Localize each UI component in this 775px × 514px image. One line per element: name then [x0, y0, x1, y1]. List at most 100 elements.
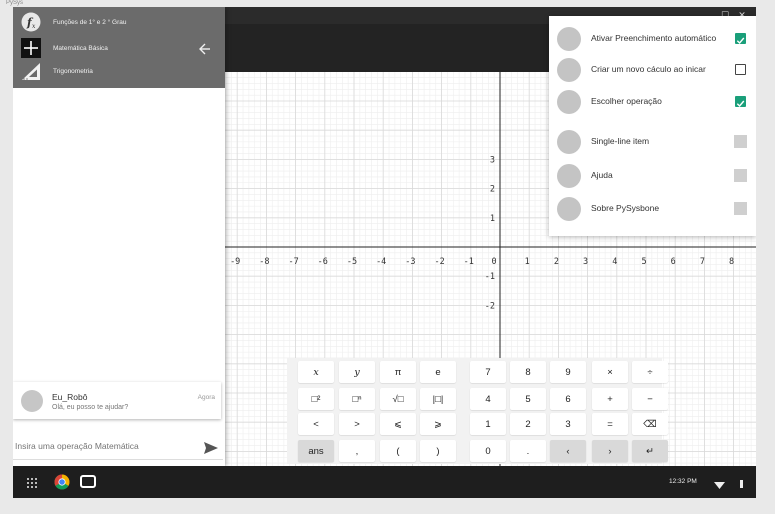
key-square[interactable]: □² [298, 388, 334, 410]
checkbox-checked[interactable] [735, 33, 746, 45]
key-equals[interactable]: = [592, 413, 628, 435]
key-e[interactable]: e [420, 361, 456, 383]
math-operation-input[interactable] [15, 441, 195, 451]
menu-item-sobre[interactable]: Sobre PySysbone [549, 195, 756, 223]
chat-message-text: Olá, eu posso te ajudar? [52, 404, 129, 411]
battery-icon[interactable] [739, 476, 744, 494]
key-5[interactable]: 5 [510, 388, 546, 410]
y-tick-label: 1 [490, 214, 495, 224]
drawer-item-funcoes[interactable]: fx Funções de 1° e 2 ° Grau [21, 12, 127, 32]
avatar [21, 390, 43, 412]
key-6[interactable]: 6 [550, 388, 586, 410]
checkbox-disabled [734, 169, 747, 182]
key-open-paren[interactable]: ( [380, 440, 416, 462]
chrome-icon[interactable] [54, 474, 70, 495]
plus-icon [21, 38, 41, 58]
send-icon[interactable] [203, 441, 219, 455]
drawer-item-matematica[interactable]: Matemática Básica [21, 38, 108, 58]
app-window: _ ☐ ✕ -9 -8 -7 -6 -5 -4 -3 -2 -1 0 1 2 3 4 5 6 7 8 3 2 1 -1 -2… [13, 7, 756, 466]
key-x[interactable]: x [298, 361, 334, 383]
clock[interactable]: 12:32 PM [669, 478, 697, 485]
taskbar: 12:32 PM [13, 466, 756, 498]
x-tick-label: 0 [491, 257, 496, 267]
key-0[interactable]: 0 [470, 440, 506, 462]
key-2[interactable]: 2 [510, 413, 546, 435]
menu-item-avatar [557, 27, 581, 51]
arrow-left-icon[interactable] [199, 43, 211, 58]
x-tick-label: -8 [259, 257, 269, 267]
drawer-header: fx Funções de 1° e 2 ° Grau Matemática B… [13, 7, 225, 88]
chevron-left-icon[interactable]: ‹ [550, 440, 586, 462]
launcher-icon[interactable] [26, 476, 38, 494]
key-1[interactable]: 1 [470, 413, 506, 435]
menu-item-new-calc[interactable]: Criar um novo cáculo ao inicar [549, 56, 756, 84]
key-minus[interactable]: − [632, 388, 668, 410]
key-greater[interactable]: > [339, 413, 375, 435]
x-tick-label: 5 [641, 257, 646, 267]
key-y[interactable]: y [339, 361, 375, 383]
y-tick-label: -1 [485, 272, 495, 282]
menu-item-single-line[interactable]: Single-line item [549, 128, 756, 156]
x-tick-label: 8 [729, 257, 734, 267]
key-greater-equal[interactable]: ⩾ [420, 413, 456, 435]
key-abs[interactable]: |□| [420, 388, 456, 410]
key-comma[interactable]: , [339, 440, 375, 462]
key-power[interactable]: □ⁿ [339, 388, 375, 410]
menu-item-ajuda[interactable]: Ajuda [549, 162, 756, 190]
menu-item-label: Criar um novo cáculo ao inicar [591, 64, 706, 74]
input-underline [13, 459, 223, 460]
function-fx-icon: fx [21, 12, 41, 32]
x-tick-label: -5 [347, 257, 357, 267]
chevron-right-icon[interactable]: › [592, 440, 628, 462]
key-ans[interactable]: ans [298, 440, 334, 462]
x-tick-label: 7 [700, 257, 705, 267]
key-sqrt[interactable]: √□ [380, 388, 416, 410]
key-plus[interactable]: + [592, 388, 628, 410]
drawer-item-trigonometria[interactable]: Trigonometria [21, 61, 93, 81]
menu-item-label: Ativar Preenchimento automático [591, 33, 717, 43]
math-keypad: x y π e 7 8 9 × ÷ □² □ⁿ √□ |□| 4 5 6 + − < > ⩽ ⩾ 1 2 3 = ⌫ ans,() 0.… [287, 358, 668, 464]
drawer-item-label: Funções de 1° e 2 ° Grau [53, 18, 127, 26]
checkbox-checked[interactable] [735, 96, 746, 108]
key-decimal[interactable]: . [510, 440, 546, 462]
chat-sender-name: Eu_Robô [52, 392, 88, 402]
triangle-ruler-icon [21, 61, 41, 81]
chat-timestamp: Agora [197, 394, 215, 401]
key-close-paren[interactable]: ) [420, 440, 456, 462]
key-9[interactable]: 9 [550, 361, 586, 383]
y-tick-label: 2 [490, 185, 495, 195]
x-tick-label: -1 [464, 257, 474, 267]
desktop: PySys _ ☐ ✕ -9 -8 -7 -6 -5 -4 -3 -2 -1 0 1 2 3 4 5 6 7 8 3… [0, 0, 775, 514]
drawer-item-label: Trigonometria [53, 67, 93, 75]
y-tick-label: 3 [490, 155, 495, 165]
chat-message-card[interactable]: Eu_Robô Olá, eu posso te ajudar? Agora [13, 382, 221, 419]
window-icon[interactable] [80, 475, 96, 494]
wifi-icon[interactable] [714, 477, 725, 495]
menu-item-choose-operation[interactable]: Escolher operação [549, 88, 756, 116]
enter-icon[interactable]: ↵ [632, 440, 668, 462]
menu-item-avatar [557, 90, 581, 114]
key-divide[interactable]: ÷ [632, 361, 668, 383]
key-3[interactable]: 3 [550, 413, 586, 435]
key-8[interactable]: 8 [510, 361, 546, 383]
drawer-item-label: Matemática Básica [53, 44, 108, 52]
x-tick-label: 1 [525, 257, 530, 267]
x-tick-label: -2 [434, 257, 444, 267]
x-tick-label: 2 [554, 257, 559, 267]
key-less[interactable]: < [298, 413, 334, 435]
backspace-icon[interactable]: ⌫ [632, 413, 668, 435]
key-pi[interactable]: π [380, 361, 416, 383]
key-less-equal[interactable]: ⩽ [380, 413, 416, 435]
checkbox-disabled [734, 135, 747, 148]
key-multiply[interactable]: × [592, 361, 628, 383]
menu-item-label: Escolher operação [591, 96, 662, 106]
checkbox-unchecked[interactable] [735, 64, 746, 75]
key-4[interactable]: 4 [470, 388, 506, 410]
menu-item-autofill[interactable]: Ativar Preenchimento automático [549, 25, 756, 53]
x-tick-label: -7 [288, 257, 298, 267]
key-7[interactable]: 7 [470, 361, 506, 383]
x-tick-label: 4 [612, 257, 617, 267]
y-tick-label: -2 [485, 301, 495, 311]
x-tick-label: -9 [230, 257, 240, 267]
x-tick-label: 6 [671, 257, 676, 267]
